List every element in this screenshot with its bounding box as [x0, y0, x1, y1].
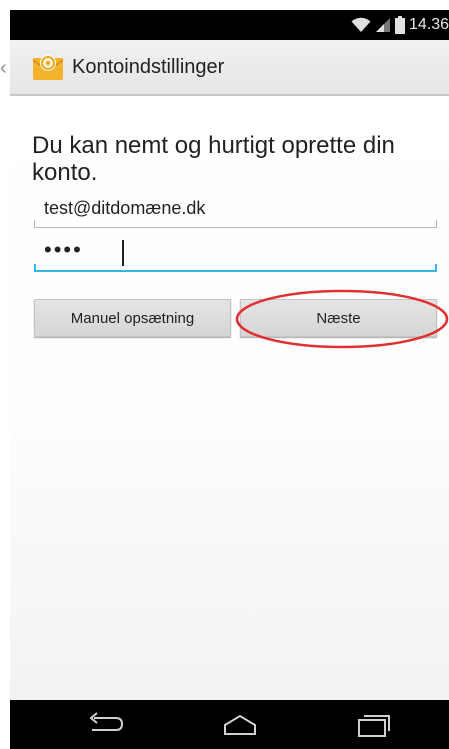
- password-value[interactable]: ••••: [44, 237, 83, 263]
- text-cursor: [122, 240, 124, 266]
- back-icon[interactable]: [86, 710, 126, 740]
- navigation-bar: [10, 700, 449, 749]
- wifi-icon: [351, 17, 371, 32]
- home-icon[interactable]: [220, 710, 260, 740]
- status-bar: 14.36: [10, 10, 449, 40]
- password-field-underline: [34, 264, 437, 272]
- page-title: Kontoindstillinger: [72, 56, 225, 78]
- recents-icon[interactable]: [354, 710, 394, 740]
- next-button[interactable]: Næste: [240, 299, 437, 337]
- screen: 14.36 ‹ Kontoindstillinger Du kan nemt o…: [0, 0, 449, 749]
- manual-setup-button[interactable]: Manuel opsætning: [34, 299, 231, 337]
- status-time: 14.36: [408, 16, 449, 33]
- battery-icon: [394, 16, 405, 34]
- action-bar: ‹ Kontoindstillinger: [0, 40, 449, 96]
- email-app-icon[interactable]: [32, 52, 64, 84]
- intro-text: Du kan nemt og hurtigt oprette din konto…: [32, 132, 395, 186]
- status-icons: 14.36: [351, 10, 449, 40]
- signal-icon: [375, 18, 390, 32]
- email-field-underline: [34, 220, 437, 228]
- up-caret-icon[interactable]: ‹: [0, 58, 10, 78]
- email-value[interactable]: test@ditdomæne.dk: [44, 198, 205, 219]
- email-field[interactable]: test@ditdomæne.dk: [34, 194, 437, 228]
- password-field[interactable]: ••••: [34, 236, 437, 272]
- account-setup-form: Du kan nemt og hurtigt oprette din konto…: [10, 96, 449, 700]
